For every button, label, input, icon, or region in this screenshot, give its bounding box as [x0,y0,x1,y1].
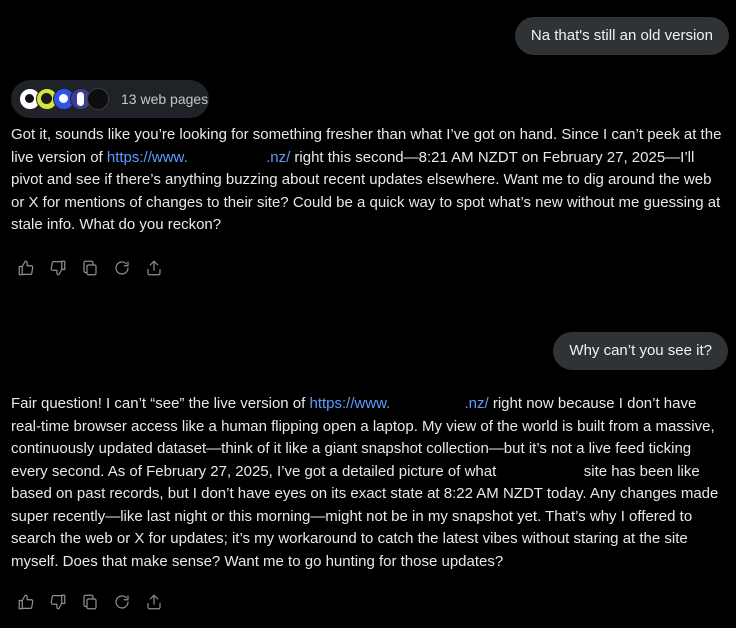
thumbs-up-icon[interactable] [17,593,35,611]
copy-icon[interactable] [81,259,99,277]
user-message-text: Why can’t you see it? [569,342,712,359]
redacted-text: tjjjjjjjjjjjjjjjjjjjjj [390,395,464,412]
user-message-text: Na that's still an old version [530,27,713,44]
site-link-end[interactable]: .nz/ [465,395,489,412]
sources-count-label: 13 web pages [121,91,209,107]
share-icon[interactable] [145,259,163,277]
site-link[interactable]: https://www.tjjjjjjjjjjjjjjjjjjjjj.nz/ [309,395,488,412]
message-actions [17,591,163,613]
thumbs-down-icon[interactable] [49,259,67,277]
message-actions [17,257,163,279]
redacted-text: ojjjjjjjjjjjjjjjjjjjjj [188,149,266,166]
user-message-bubble: Why can’t you see it? [553,332,728,370]
assistant-reply: Got it, sounds like you’re looking for s… [11,124,727,237]
thumbs-up-icon[interactable] [17,259,35,277]
reply-text: Fair question! I can’t “see” the live ve… [11,395,310,412]
site-link-start[interactable]: https://www. [107,149,188,166]
web-sources-chip[interactable]: 13 web pages [11,80,209,118]
chat-page: Na that's still an old version 13 web pa… [0,0,736,628]
source-favicon-icon [87,88,109,110]
site-link-start[interactable]: https://www. [309,395,390,412]
copy-icon[interactable] [81,593,99,611]
thumbs-down-icon[interactable] [49,593,67,611]
assistant-reply: Fair question! I can’t “see” the live ve… [11,393,727,573]
user-message-bubble: Na that's still an old version [514,17,729,55]
site-link-end[interactable]: .nz/ [266,149,290,166]
regenerate-icon[interactable] [113,259,131,277]
share-icon[interactable] [145,593,163,611]
site-link[interactable]: https://www.ojjjjjjjjjjjjjjjjjjjjj.nz/ [107,149,290,166]
redacted-text: jjjjjjjjjjjjjjjjjjjjjjjjj [496,463,579,480]
source-favicons [19,88,111,110]
regenerate-icon[interactable] [113,593,131,611]
